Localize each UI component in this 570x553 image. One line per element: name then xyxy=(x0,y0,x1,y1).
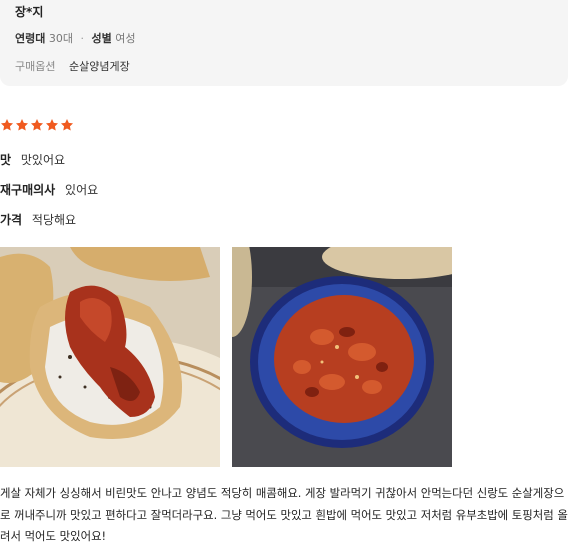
age-value: 30대 xyxy=(48,32,73,45)
attribute-value: 적당해요 xyxy=(31,213,77,227)
option-value: 순살양념게장 xyxy=(68,60,130,73)
star-icon xyxy=(60,119,74,131)
option-label: 구매옵션 xyxy=(15,60,56,73)
star-icon xyxy=(15,119,29,131)
reviewer-name: 장*지 xyxy=(15,5,44,19)
reviewer-info-card: 장*지 연령대 30대 · 성별 여성 구매옵션 순살양념게장 xyxy=(0,0,568,86)
star-icon xyxy=(45,119,59,131)
gender-label: 성별 xyxy=(91,32,112,45)
attribute-label: 재구매의사 xyxy=(0,183,56,197)
separator-dot: · xyxy=(80,32,85,45)
attribute-taste: 맛 맛있어요 xyxy=(0,151,65,168)
attribute-price: 가격 적당해요 xyxy=(0,211,76,228)
attribute-repurchase: 재구매의사 있어요 xyxy=(0,181,98,198)
age-label: 연령대 xyxy=(15,32,46,45)
attribute-label: 맛 xyxy=(0,153,12,167)
star-rating xyxy=(0,118,75,132)
purchase-option-row: 구매옵션 순살양념게장 xyxy=(15,58,130,74)
review-photo-2[interactable] xyxy=(232,247,452,467)
star-icon xyxy=(30,119,44,131)
reviewer-demographics: 연령대 30대 · 성별 여성 xyxy=(15,30,136,46)
review-text: 게살 자체가 싱싱해서 비린맛도 안나고 양념도 적당히 매콤해요. 게장 발라… xyxy=(0,486,568,543)
gender-value: 여성 xyxy=(115,32,136,45)
food-photo-sushi-icon xyxy=(0,247,220,467)
food-photo-sauce-bowl-icon xyxy=(232,247,452,467)
attribute-label: 가격 xyxy=(0,213,23,227)
attribute-value: 맛있어요 xyxy=(20,153,66,167)
review-photo-1[interactable] xyxy=(0,247,220,467)
attribute-value: 있어요 xyxy=(65,183,99,197)
star-icon xyxy=(0,119,14,131)
